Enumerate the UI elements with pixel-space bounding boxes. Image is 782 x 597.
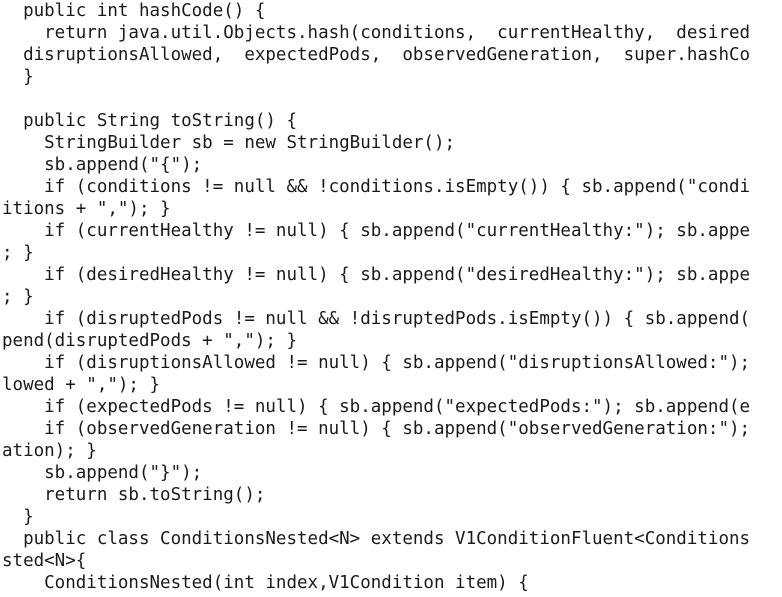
code-line-24: } <box>2 507 34 527</box>
code-line-7: StringBuilder sb = new StringBuilder(); <box>2 133 456 153</box>
code-line-4: } <box>2 67 34 87</box>
code-line-12: ; } <box>2 243 34 263</box>
code-line-18: lowed + ","); } <box>2 375 161 395</box>
code-line-23: return sb.toString(); <box>2 485 266 505</box>
code-line-2: return java.util.Objects.hash(conditions… <box>2 23 751 43</box>
code-line-17: if (disruptionsAllowed != null) { sb.app… <box>2 353 751 373</box>
code-line-3: disruptionsAllowed, expectedPods, observ… <box>2 45 751 65</box>
code-line-8: sb.append("{"); <box>2 155 203 175</box>
code-line-9: if (conditions != null && !conditions.is… <box>2 177 751 197</box>
code-line-15: if (disruptedPods != null && !disruptedP… <box>2 309 751 329</box>
code-line-22: sb.append("}"); <box>2 463 203 483</box>
code-line-1: public int hashCode() { <box>2 1 266 21</box>
code-line-10: itions + ","); } <box>2 199 171 219</box>
code-line-16: pend(disruptedPods + ","); } <box>2 331 298 351</box>
code-line-14: ; } <box>2 287 34 307</box>
code-line-13: if (desiredHealthy != null) { sb.append(… <box>2 265 751 285</box>
code-line-21: ation); } <box>2 441 97 461</box>
code-line-6: public String toString() { <box>2 111 298 131</box>
code-line-26: sted<N>{ <box>2 551 87 571</box>
code-viewer: public int hashCode() { return java.util… <box>0 0 782 597</box>
code-line-20: if (observedGeneration != null) { sb.app… <box>2 419 751 439</box>
code-line-19: if (expectedPods != null) { sb.append("e… <box>2 397 751 417</box>
code-line-27: ConditionsNested(int index,V1Condition i… <box>2 573 529 593</box>
code-line-25: public class ConditionsNested<N> extends… <box>2 529 751 549</box>
code-line-11: if (currentHealthy != null) { sb.append(… <box>2 221 751 241</box>
